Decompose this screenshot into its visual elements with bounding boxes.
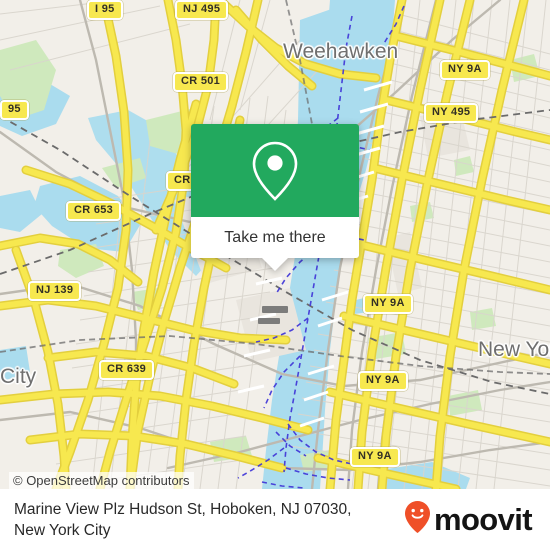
place-label-weehawken: Weehawken <box>283 40 399 63</box>
shield-95: 95 <box>0 100 29 120</box>
map-canvas[interactable]: I 95 NJ 495 NY 9A CR 501 NY 495 95 CR 653 CR NJ … <box>0 0 550 489</box>
address-block: Marine View Plz Hudson St, Hoboken, NJ 0… <box>14 499 404 541</box>
location-popup-card[interactable]: Take me there <box>191 124 359 271</box>
moovit-wordmark: moovit <box>433 502 533 537</box>
place-label-new-york: New York <box>478 338 550 361</box>
footer-bar: Marine View Plz Hudson St, Hoboken, NJ 0… <box>0 489 550 550</box>
shield-cr-639: CR 639 <box>99 360 155 380</box>
osm-attribution[interactable]: © OpenStreetMap contributors <box>9 472 194 489</box>
shield-ny-9a-4: NY 9A <box>350 447 400 467</box>
address-line-2: New York City <box>14 521 111 539</box>
shield-nj-495: NJ 495 <box>175 0 229 20</box>
popup-pointer-tail <box>262 258 288 271</box>
shield-cr-501: CR 501 <box>173 72 229 92</box>
moovit-logo[interactable]: moovit <box>404 500 536 539</box>
place-label-city: City <box>0 365 37 388</box>
shield-ny-9a-2: NY 9A <box>363 294 413 314</box>
shield-ny-9a-3: NY 9A <box>358 371 408 391</box>
popup-pin-header <box>191 124 359 217</box>
screenshot-root: I 95 NJ 495 NY 9A CR 501 NY 495 95 CR 653 CR NJ … <box>0 0 550 550</box>
moovit-pin-smiley-icon <box>404 500 431 539</box>
shield-cr-653: CR 653 <box>66 201 122 221</box>
shield-ny-9a-1: NY 9A <box>440 60 490 80</box>
shield-nj-139: NJ 139 <box>28 281 82 301</box>
take-me-there-button[interactable]: Take me there <box>191 217 359 258</box>
shield-i-95: I 95 <box>87 0 123 20</box>
map-pin-icon <box>249 140 301 202</box>
shield-ny-495: NY 495 <box>424 103 479 123</box>
address-line-1: Marine View Plz Hudson St, Hoboken, NJ 0… <box>14 500 352 518</box>
